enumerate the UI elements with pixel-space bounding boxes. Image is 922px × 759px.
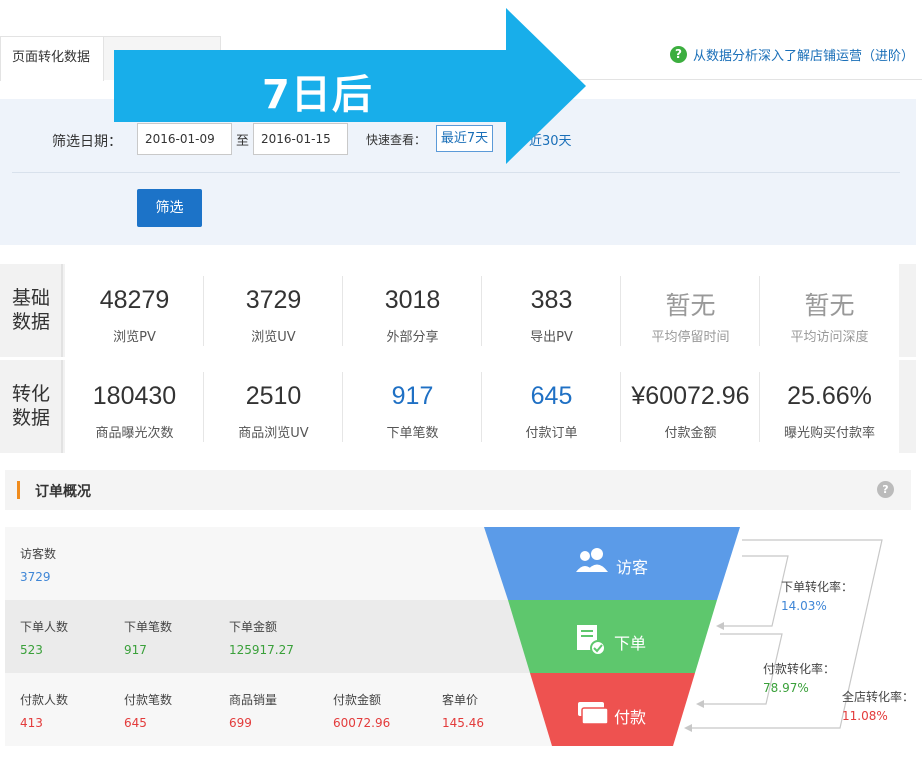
- stat-shares: 3018 外部分享: [343, 264, 482, 357]
- metric-order-amount: 下单金额 125917.27: [229, 620, 294, 657]
- funnel-visitor-stage: [484, 527, 740, 600]
- funnel-order-stage: [508, 600, 717, 673]
- banner-text: 7日后: [262, 72, 373, 118]
- metric-order-users: 下单人数 523: [20, 620, 69, 657]
- metric-visitors: 访客数 3729: [20, 547, 57, 584]
- funnel-payment-stage: [530, 673, 695, 746]
- stat-pv: 48279 浏览PV: [65, 264, 204, 357]
- metric-pay-users: 付款人数 413: [20, 693, 69, 730]
- stat-paid-amount: ¥60072.96 付款金额: [621, 360, 760, 453]
- stat-product-uv: 2510 商品浏览UV: [204, 360, 343, 453]
- help-link[interactable]: ? 从数据分析深入了解店铺运营（进阶）: [669, 45, 914, 64]
- payment-card-icon: [578, 702, 609, 725]
- stat-avg-depth: 暂无 平均访问深度: [760, 264, 899, 357]
- conversion-data-row: 转化 数据 180430 商品曝光次数 2510 商品浏览UV 917 下单笔数 64…: [0, 360, 916, 453]
- filter-button[interactable]: 筛选: [137, 189, 202, 227]
- metric-sales-volume: 商品销量 699: [229, 693, 278, 730]
- stage-order-label: 下单: [614, 634, 647, 653]
- metric-avg-order-value: 客单价 145.46: [442, 693, 484, 730]
- payment-conversion-rate: 付款转化率： 78.97%: [763, 662, 836, 695]
- metric-order-count: 下单笔数 917: [124, 620, 173, 657]
- stage-visitor-label: 访客: [616, 558, 649, 577]
- stat-exposure-pay-rate: 25.66% 曝光购买付款率: [760, 360, 899, 453]
- basic-data-row: 基础 数据 48279 浏览PV 3729 浏览UV 3018 外部分享 383 导出P…: [0, 264, 916, 357]
- stat-export-pv: 383 导出PV: [482, 264, 621, 357]
- help-icon[interactable]: ?: [877, 481, 894, 498]
- order-overview-header: 订单概况 ?: [5, 470, 911, 510]
- stat-paid-orders[interactable]: 645 付款订单: [482, 360, 621, 453]
- stat-exposures: 180430 商品曝光次数: [65, 360, 204, 453]
- stat-uv: 3729 浏览UV: [204, 264, 343, 357]
- metric-pay-amount: 付款金额 60072.96: [333, 693, 391, 730]
- store-conversion-rate: 全店转化率： 11.08%: [842, 690, 915, 723]
- stat-order-count[interactable]: 917 下单笔数: [343, 360, 482, 453]
- order-conversion-rate: 下单转化率： 14.03%: [781, 580, 854, 613]
- stage-payment-label: 付款: [614, 708, 647, 727]
- order-overview-title: 订单概况: [35, 484, 91, 500]
- metric-pay-count: 付款笔数 645: [124, 693, 173, 730]
- conversion-funnel: 访客 下单 付款 下单转化率： 14.03% 付款转化率： 78.97% 全店转…: [480, 522, 920, 754]
- stat-avg-stay: 暂无 平均停留时间: [621, 264, 760, 357]
- conversion-data-label: 转化 数据: [0, 360, 63, 453]
- section-marker: [17, 481, 20, 499]
- tab-page-conversion[interactable]: 页面转化数据: [0, 36, 104, 81]
- basic-data-label: 基础 数据: [0, 264, 63, 357]
- divider: [12, 172, 900, 173]
- date-label: 筛选日期：: [52, 134, 122, 150]
- question-icon: ?: [669, 46, 687, 63]
- help-link-text: 从数据分析深入了解店铺运营（进阶）: [692, 49, 914, 64]
